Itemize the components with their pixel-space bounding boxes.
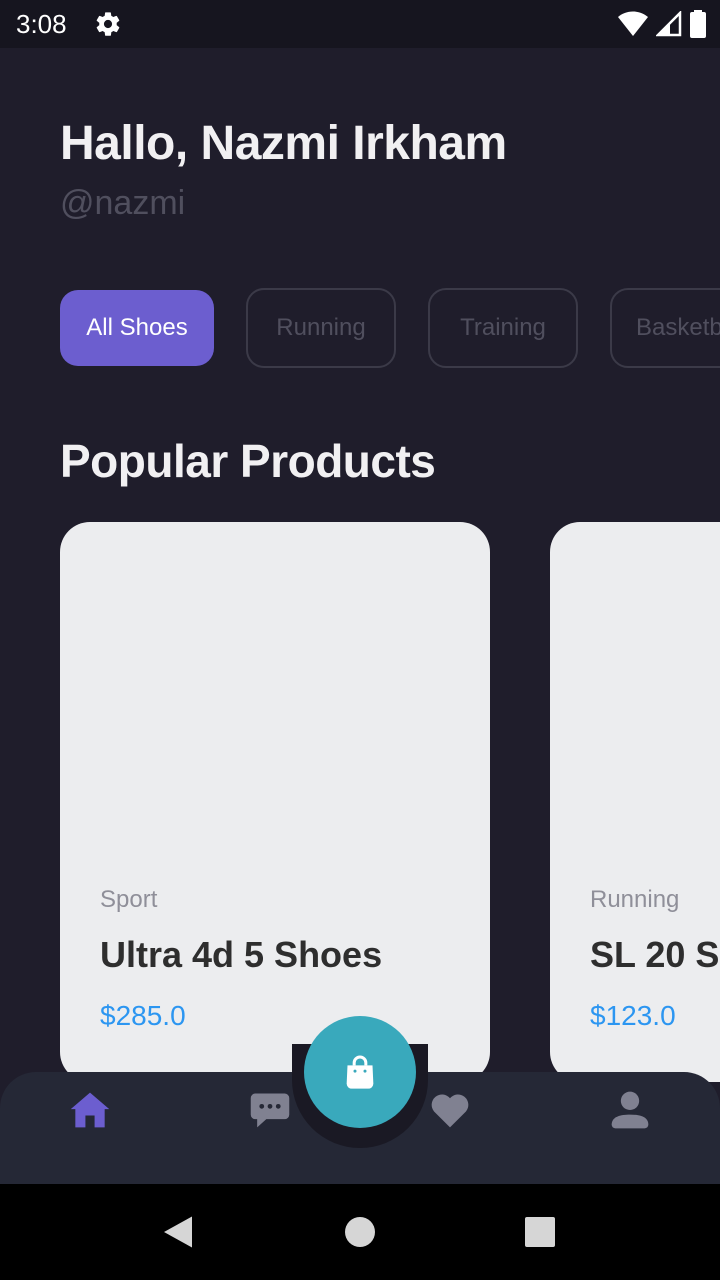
back-icon[interactable] [162, 1215, 194, 1249]
category-chip-training[interactable]: Training [428, 288, 578, 368]
cellular-signal-icon [656, 11, 682, 37]
cart-fab-button[interactable] [304, 1016, 416, 1128]
product-name: SL 20 Shoes [590, 934, 720, 975]
home-icon[interactable] [68, 1088, 112, 1132]
recents-square-icon[interactable] [524, 1216, 556, 1248]
product-price: $123.0 [590, 1000, 676, 1031]
category-chip-running[interactable]: Running [246, 288, 396, 368]
greeting-title: Hallo, Nazmi Irkham [60, 117, 507, 170]
product-card[interactable]: Sport Ultra 4d 5 Shoes $285.0 [60, 522, 490, 1082]
category-chip-all-shoes[interactable]: All Shoes [60, 290, 214, 366]
category-chip-basketball[interactable]: Basketball [610, 288, 720, 368]
settings-gear-icon [96, 12, 120, 36]
chat-icon[interactable] [248, 1088, 292, 1132]
status-bar: 3:08 [0, 0, 720, 48]
status-indicators [618, 10, 706, 38]
username-handle: @nazmi [60, 184, 186, 222]
system-navigation-bar [0, 1184, 720, 1280]
profile-icon[interactable] [608, 1088, 652, 1132]
product-category: Running [590, 886, 680, 913]
status-time: 3:08 [16, 9, 67, 39]
wifi-icon [618, 11, 648, 36]
product-category: Sport [100, 886, 158, 913]
shopping-bag-icon [346, 1055, 374, 1089]
heart-icon[interactable] [428, 1088, 472, 1132]
product-card[interactable]: Running SL 20 Shoes $123.0 [550, 522, 720, 1082]
battery-icon [690, 10, 706, 38]
product-price: $285.0 [100, 1000, 186, 1031]
home-circle-icon[interactable] [344, 1216, 376, 1248]
product-name: Ultra 4d 5 Shoes [100, 934, 383, 975]
home-screen: Hallo, Nazmi Irkham @nazmi All Shoes Run… [0, 48, 720, 1184]
section-title-popular-products: Popular Products [60, 435, 436, 487]
